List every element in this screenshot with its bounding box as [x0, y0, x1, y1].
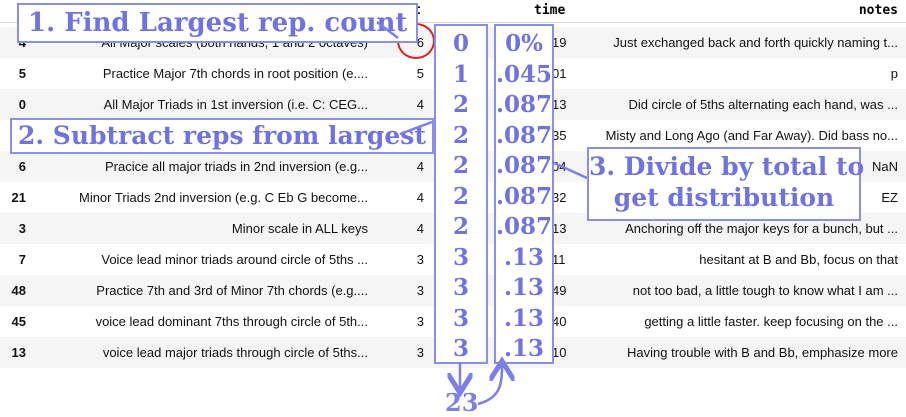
distribution-value: .13 — [503, 274, 544, 301]
row-index: 45 — [11, 314, 26, 329]
time-cell: 01 — [552, 66, 567, 81]
difference-value: 2 — [452, 91, 469, 118]
time-cell: 40 — [552, 314, 567, 329]
step2-callout: 2. Subtract reps from largest — [10, 118, 434, 154]
task-cell: Pracice all major triads in 2nd inversio… — [104, 159, 368, 174]
distribution-value: 0% — [505, 30, 543, 57]
difference-value: 3 — [452, 274, 469, 301]
difference-value: 1 — [452, 60, 469, 88]
notes-cell: Having trouble with B and Bb, emphasize … — [627, 345, 898, 360]
count-cell: 4 — [416, 221, 424, 236]
step3-callout: 3. Divide by total to get distribution — [587, 147, 865, 221]
row-index: 48 — [11, 283, 26, 298]
notes-cell: Misty and Long Ago (and Far Away). Did b… — [605, 128, 898, 143]
difference-value: 2 — [452, 152, 469, 179]
notes-cell: not too bad, a little tough to know what… — [632, 283, 898, 298]
notes-cell: Just exchanged back and forth quickly na… — [613, 35, 898, 50]
notes-cell: Anchoring off the major keys for a bunch… — [625, 221, 898, 236]
row-index: 3 — [18, 221, 26, 236]
header-notes: notes — [858, 3, 898, 18]
time-cell: 13 — [552, 97, 567, 112]
count-cell: 3 — [416, 314, 424, 329]
distribution-value: .087 — [496, 152, 553, 179]
difference-column-box: 0 1 2 2 2 2 2 3 3 3 3 — [434, 24, 488, 364]
distribution-value: .13 — [503, 243, 544, 271]
time-cell: 04 — [552, 159, 567, 174]
notes-cell: NaN — [871, 159, 898, 174]
row-index: 5 — [18, 66, 26, 81]
task-cell: Practice 7th and 3rd of Minor 7th chords… — [96, 283, 368, 298]
step1-callout: 1. Find Largest rep. count — [17, 3, 419, 43]
row-index: 21 — [11, 190, 26, 205]
distribution-value: .087 — [496, 213, 553, 240]
step3-line2: get distribution — [613, 183, 835, 212]
difference-value: 2 — [452, 213, 469, 240]
difference-value: 3 — [452, 304, 469, 332]
time-cell: 35 — [552, 128, 567, 143]
distribution-value: .087 — [496, 91, 553, 118]
difference-value: 3 — [452, 243, 469, 271]
row-index: 6 — [18, 159, 26, 174]
step2-text: 2. Subtract reps from largest — [18, 121, 426, 150]
count-cell: 4 — [416, 159, 424, 174]
task-cell: Minor Triads 2nd inversion (e.g. C Eb G … — [78, 190, 368, 205]
count-cell: 3 — [416, 345, 424, 360]
count-cell: 5 — [416, 66, 424, 81]
notes-cell: hesitant at B and Bb, focus on that — [699, 252, 898, 267]
step1-text: 1. Find Largest rep. count — [28, 8, 408, 38]
row-index: 13 — [11, 345, 26, 360]
count-cell: 3 — [416, 283, 424, 298]
header-time: time — [534, 3, 566, 18]
notes-cell: Did circle of 5ths alternating each hand… — [628, 97, 898, 112]
row-index: 0 — [18, 97, 26, 112]
time-cell: 49 — [552, 283, 567, 298]
time-cell: 19 — [552, 35, 567, 50]
count-cell: 3 — [416, 252, 424, 267]
distribution-value: .13 — [503, 304, 544, 332]
difference-value: 2 — [452, 121, 469, 149]
difference-value: 0 — [452, 30, 469, 57]
count-cell: 4 — [416, 190, 424, 205]
row-index: 7 — [18, 252, 26, 267]
time-cell: 10 — [552, 345, 567, 360]
total-sum-label: 23 — [445, 388, 479, 417]
distribution-column-box: 0% .045 .087 .087 .087 .087 .087 .13 .13 .13 .13 — [494, 24, 554, 364]
distribution-value: .087 — [496, 182, 553, 210]
notes-cell: EZ — [881, 190, 898, 205]
count-cell: 4 — [416, 97, 424, 112]
task-cell: voice lead dominant 7ths through circle … — [95, 314, 368, 329]
difference-value: 2 — [452, 182, 469, 210]
time-cell: 11 — [552, 252, 566, 267]
difference-value: 3 — [452, 335, 469, 362]
task-cell: Voice lead minor triads around circle of… — [101, 252, 368, 267]
step3-line1: 3. Divide by total to — [589, 152, 865, 181]
task-cell: Minor scale in ALL keys — [231, 221, 368, 236]
distribution-value: .087 — [496, 121, 553, 149]
task-cell: Practice Major 7th chords in root positi… — [102, 66, 368, 81]
distribution-value: .13 — [503, 335, 544, 362]
divide-curve-arrow — [477, 366, 502, 406]
task-cell: voice lead major triads through circle o… — [102, 345, 368, 360]
time-cell: 32 — [552, 190, 567, 205]
distribution-value: .045 — [496, 60, 553, 88]
notes-cell: getting a little faster. keep focusing o… — [644, 314, 898, 329]
notes-cell: p — [890, 66, 898, 81]
time-cell: 13 — [552, 221, 567, 236]
task-cell: All Major Triads in 1st inversion (i.e. … — [103, 97, 368, 112]
